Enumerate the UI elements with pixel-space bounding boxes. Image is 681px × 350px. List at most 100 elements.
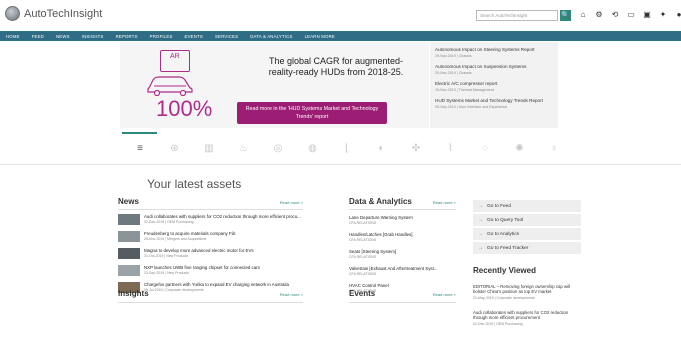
quick-link-go-to-analytics[interactable]: → Go to Analytics xyxy=(473,228,581,240)
nav-item-profiles[interactable]: PROFILES xyxy=(150,34,173,39)
arrow-right-icon: → xyxy=(478,203,483,209)
news-title: Magna to develop more advanced electric … xyxy=(144,248,254,253)
data-analytics-heading: Data & Analytics xyxy=(349,197,412,206)
news-thumbnail xyxy=(118,265,140,276)
news-meta: 23-Sep-2019 | New Products xyxy=(144,271,189,275)
settings-gear-icon[interactable]: ⚙ xyxy=(594,10,604,20)
data-analytics-meta: CFA RELATIONS xyxy=(349,221,377,225)
news-text: Freudenberg to acquire materials company… xyxy=(144,231,236,244)
report-meta: 29-Nov-2019 | Chassis xyxy=(435,71,472,75)
recently-viewed-meta: 02-Dec-2019 | OEM Purchasing xyxy=(473,321,523,326)
quick-link-label: Go to Feed xyxy=(487,203,511,209)
steering-wheel-icon[interactable]: ◎ xyxy=(270,142,286,156)
news-text: NXP launches UWB fine ranging chipset fo… xyxy=(144,265,260,278)
data-analytics-section: Data & Analytics Read more > Lane Depart… xyxy=(349,197,456,295)
top-icon-group: ⌂ ⚙ ⟲ ▭ ▣ ✦ ● xyxy=(578,10,681,20)
recently-viewed-title: Audi collaborates with suppliers for CO2… xyxy=(473,310,569,321)
app-logo[interactable]: AutoTechInsight xyxy=(5,6,102,21)
data-analytics-item[interactable]: Handles/Latches [Grab Handles] CFA RELATI… xyxy=(349,232,456,244)
calendar-icon[interactable]: ▣ xyxy=(642,10,652,20)
events-read-more-link[interactable]: Read more > xyxy=(433,292,456,297)
news-list-item[interactable]: Magna to develop more advanced electric … xyxy=(118,248,303,261)
search-button[interactable]: 🔍 xyxy=(560,10,571,21)
molecule-icon[interactable]: ✣ xyxy=(408,142,424,156)
nav-item-reports[interactable]: REPORTS xyxy=(116,34,138,39)
nav-item-home[interactable]: HOME xyxy=(6,34,20,39)
news-meta: 26-Nov-2019 | Mergers and Acquisitions xyxy=(144,237,207,241)
data-analytics-meta: CFA RELATIONS xyxy=(349,238,377,242)
data-analytics-title: Valvetrain [Exhaust And Aftertreatment S… xyxy=(349,266,438,271)
notification-icon[interactable]: ⟲ xyxy=(610,10,620,20)
quick-link-go-to-feed-tracker[interactable]: → Go to Feed Tracker xyxy=(473,242,581,254)
wiper-icon[interactable]: ⌇ xyxy=(443,142,459,156)
nav-item-learn-more[interactable]: LEARN MORE xyxy=(305,34,335,39)
seat-icon[interactable]: ⌊ xyxy=(339,142,355,156)
news-meta: 02-Dec-2019 | OEM Purchasing xyxy=(144,220,194,224)
news-list-item[interactable]: Audi collaborates with suppliers for CO2… xyxy=(118,214,303,227)
nav-item-feed[interactable]: FEED xyxy=(32,34,44,39)
data-analytics-item[interactable]: Valvetrain [Exhaust And Aftertreatment S… xyxy=(349,266,456,278)
news-title: NXP launches UWB fine ranging chipset fo… xyxy=(144,265,260,270)
person-icon[interactable]: ♀ xyxy=(546,142,562,156)
thermal-icon[interactable]: ◐ xyxy=(374,142,390,156)
data-analytics-list: Lane Departure Warning System CFA RELATIO… xyxy=(349,215,456,295)
recently-viewed-meta: 21-May-2019 | Corporate developments xyxy=(473,295,535,300)
recently-viewed-item[interactable]: EDITORIAL – Removing foreign ownership c… xyxy=(473,284,581,300)
gauge-icon[interactable]: ◍ xyxy=(305,142,321,156)
quick-link-label: Go to Analytics xyxy=(487,231,519,237)
data-analytics-read-more-link[interactable]: Read more > xyxy=(433,200,456,205)
category-icon-bar: ≡ ⊛ ▥ ♨ ◎ ◍ ⌊ ◐ ✣ ⌇ ◌ ✺ ♀ xyxy=(0,130,681,165)
report-item[interactable]: Autonomous Impact on Suspension Systems 2… xyxy=(435,64,553,75)
quick-link-go-to-feed[interactable]: → Go to Feed xyxy=(473,200,581,212)
wheel-icon[interactable]: ⊛ xyxy=(167,142,183,156)
list-icon[interactable]: ≡ xyxy=(132,142,148,156)
engine-icon[interactable]: ♨ xyxy=(236,142,252,156)
nav-item-insights[interactable]: INSIGHTS xyxy=(82,34,104,39)
recently-viewed-title: EDITORIAL – Removing foreign ownership c… xyxy=(473,284,570,295)
sensor-icon[interactable]: ◌ xyxy=(477,142,493,156)
news-list-item[interactable]: Freudenberg to acquire materials company… xyxy=(118,231,303,244)
report-item[interactable]: Electric A/C compressor report 19-Nov-201… xyxy=(435,81,553,92)
banner-cta-button[interactable]: Read more in the 'HUD Systems Market and… xyxy=(237,102,387,124)
data-analytics-title: Lane Departure Warning System xyxy=(349,215,413,220)
gear-icon[interactable]: ✦ xyxy=(658,10,668,20)
quick-link-go-to-query-tool[interactable]: → Go to Query Tool xyxy=(473,214,581,226)
message-icon[interactable]: ▭ xyxy=(626,10,636,20)
data-analytics-item[interactable]: Seats [Steering System] CFA RELATIONS xyxy=(349,249,456,261)
report-meta: 29-Nov-2019 | Chassis xyxy=(435,54,472,58)
data-analytics-meta: CFA RELATIONS xyxy=(349,255,377,259)
insights-read-more-link[interactable]: Read more > xyxy=(280,292,303,297)
news-thumbnail xyxy=(118,231,140,242)
report-title: Electric A/C compressor report xyxy=(435,81,498,86)
arrow-right-icon: → xyxy=(478,231,483,237)
logo-icon xyxy=(5,6,20,21)
search-input[interactable]: Search AutoTechInsight xyxy=(476,10,558,21)
news-list: Audi collaborates with suppliers for CO2… xyxy=(118,214,303,295)
battery-icon[interactable]: ▥ xyxy=(201,142,217,156)
main-nav: HOME FEED NEWS INSIGHTS REPORTS PROFILES EVENT… xyxy=(0,31,681,41)
nav-item-data-analytics[interactable]: DATA & ANALYTICS xyxy=(250,34,292,39)
events-header: Events Read more > xyxy=(349,289,456,298)
news-read-more-link[interactable]: Read more > xyxy=(280,200,303,205)
report-meta: 19-Nov-2019 | Thermal Management xyxy=(435,88,494,92)
nav-item-events[interactable]: EVENTS xyxy=(185,34,203,39)
report-item[interactable]: Autonomous Impact on Steering Systems Re… xyxy=(435,47,553,58)
report-item[interactable]: HUD Systems Market and Technology Trends… xyxy=(435,98,553,109)
top-bar: AutoTechInsight Search AutoTechInsight 🔍… xyxy=(0,0,681,30)
promo-banner[interactable]: AR 100% The global CAGR for augmented-re… xyxy=(120,42,429,128)
recently-viewed-item[interactable]: Audi collaborates with suppliers for CO2… xyxy=(473,310,581,326)
app-title: AutoTechInsight xyxy=(24,7,103,20)
quick-links: → Go to Feed → Go to Query Tool → Go to Analy… xyxy=(473,200,581,256)
events-heading: Events xyxy=(349,289,376,298)
user-icon[interactable]: ● xyxy=(674,10,681,20)
arrow-right-icon: → xyxy=(478,217,483,223)
fan-icon[interactable]: ✺ xyxy=(512,142,528,156)
nav-item-services[interactable]: SERVICES xyxy=(215,34,238,39)
nav-item-news[interactable]: NEWS xyxy=(56,34,70,39)
data-analytics-item[interactable]: Lane Departure Warning System CFA RELATIO… xyxy=(349,215,456,227)
report-meta: 05-Sep-2019 | User Interface and Experie… xyxy=(435,105,508,109)
home-icon[interactable]: ⌂ xyxy=(578,10,588,20)
events-divider xyxy=(349,302,456,303)
quick-link-label: Go to Query Tool xyxy=(487,217,524,223)
news-list-item[interactable]: NXP launches UWB fine ranging chipset fo… xyxy=(118,265,303,278)
